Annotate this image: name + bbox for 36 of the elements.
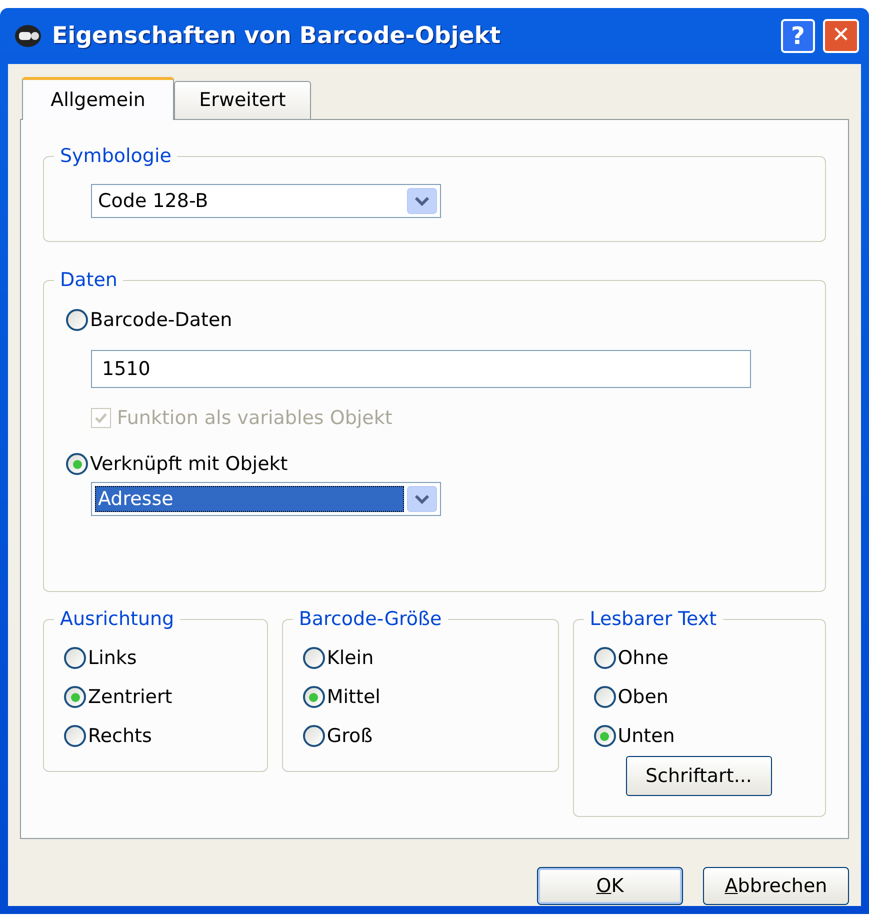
tab[interactable]: Allgemein [22, 77, 174, 120]
dropdown[interactable]: Code 128-B [91, 184, 441, 218]
radio-label: Zentriert [88, 684, 172, 710]
window-title: Eigenschaften von Barcode-Objekt [52, 22, 502, 51]
radio-label: Barcode-Daten [90, 308, 232, 333]
radio-label: Klein [326, 646, 374, 671]
radio-button[interactable] [64, 686, 86, 708]
radio-button[interactable] [66, 309, 88, 331]
radio-button[interactable] [594, 725, 616, 747]
radio-label: Rechts [88, 724, 152, 749]
barcode-object-icon [14, 22, 44, 50]
cancel-button[interactable]: Abbrechen [703, 867, 849, 905]
tab[interactable]: Erweitert [174, 81, 311, 119]
checkbox-label: Funktion als variables Objekt [117, 406, 392, 431]
dropdown[interactable]: Adresse [91, 482, 441, 516]
radio-button[interactable] [64, 647, 86, 669]
close-button[interactable]: ✕ [823, 19, 859, 53]
radio-label: Groß [326, 724, 373, 749]
radio-button[interactable] [302, 647, 325, 669]
radio-button[interactable] [64, 725, 86, 747]
radio-button[interactable] [302, 725, 325, 747]
radio-button[interactable] [302, 686, 325, 708]
ok-button[interactable]: OK [537, 867, 683, 905]
font-button[interactable]: Schriftart... [626, 756, 772, 796]
radio-button[interactable] [594, 686, 616, 708]
text-input-field[interactable]: 1510 [91, 350, 751, 388]
radio-label: Ohne [618, 646, 668, 671]
help-button[interactable]: ? [781, 19, 815, 53]
radio-label: Links [88, 646, 137, 671]
check-mark-icon [94, 411, 108, 425]
radio-label: Mittel [326, 684, 380, 710]
radio-label: Unten [618, 724, 675, 749]
radio-button[interactable] [594, 647, 616, 669]
radio-button[interactable] [66, 453, 88, 475]
radio-label: Oben [618, 684, 668, 710]
radio-label: Verknüpft mit Objekt [90, 452, 288, 477]
